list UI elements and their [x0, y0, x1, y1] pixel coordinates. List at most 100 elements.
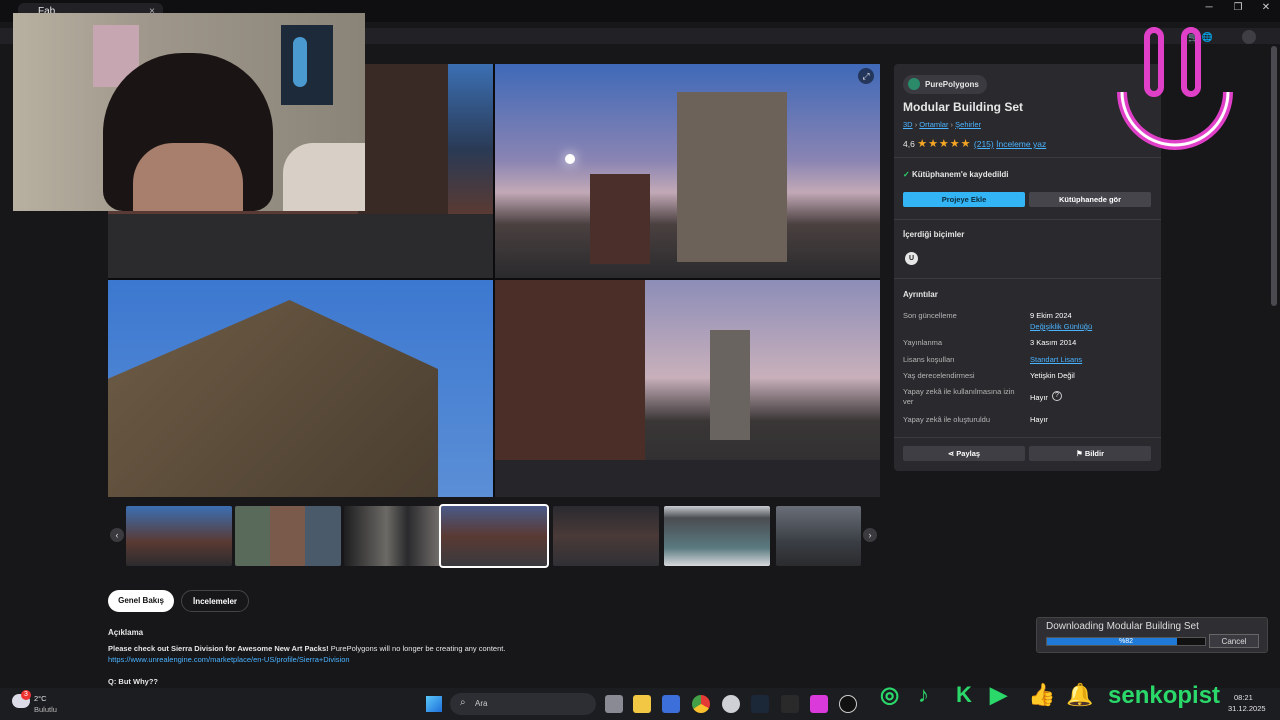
social-overlay: ◎ ♪ K ▶ 👍 🔔 senkopist [880, 682, 1230, 712]
download-popup: Downloading Modular Building Set %82 Can… [1036, 617, 1268, 653]
thumbs-up-icon: 👍 [1028, 682, 1056, 707]
task-view-icon[interactable] [605, 695, 623, 713]
question-text: Q: But Why?? [108, 677, 158, 686]
rating-value: 4,6 [903, 139, 915, 149]
share-label: Paylaş [956, 449, 981, 458]
saved-status: ✓ Kütüphanem'e kaydedildi [903, 170, 1009, 179]
weather-label: Bulutlu [34, 705, 57, 714]
detail-value: Hayır [1030, 415, 1048, 424]
expand-icon[interactable]: ⤢ [858, 68, 874, 84]
license-link[interactable]: Standart Lisans [1030, 355, 1082, 364]
description-text: Please check out Sierra Division for Awe… [108, 644, 708, 653]
thumbnail[interactable] [126, 506, 232, 566]
add-to-project-button[interactable]: Projeye Ekle [903, 192, 1025, 207]
unreal-engine-icon: U [905, 252, 918, 265]
detail-label: Yapay zekâ ile oluşturuldu [903, 415, 990, 424]
steam-icon[interactable] [751, 695, 769, 713]
seller-logo-icon [908, 78, 920, 90]
detail-label: Lisans koşulları [903, 355, 955, 364]
description-body: PurePolygons will no longer be creating … [328, 644, 506, 653]
obs-icon[interactable] [722, 695, 740, 713]
search-icon: ⌕ [460, 697, 466, 708]
gallery-image-3 [108, 280, 493, 497]
thumbnail-strip: ‹ › [108, 504, 880, 568]
chrome-icon[interactable] [692, 695, 710, 713]
scrollbar[interactable] [1271, 46, 1277, 306]
epic-games-icon[interactable] [781, 695, 799, 713]
chevron-right-icon[interactable]: › [863, 528, 877, 542]
thumbnail-active[interactable] [439, 504, 549, 568]
seller-badge[interactable]: PurePolygons [903, 75, 987, 94]
thumbnail[interactable] [344, 506, 450, 566]
rating-row: 4,6 ★★★★★ (215) İnceleme yaz [903, 137, 1046, 150]
gallery-image-2 [495, 64, 880, 278]
youtube-icon: ▶ [990, 682, 1007, 707]
maximize-icon[interactable]: ❐ [1228, 2, 1248, 13]
detail-label: Yapay zekâ ile kullanılmasına izin ver [903, 387, 1015, 406]
detail-label: Yaş derecelendirmesi [903, 371, 975, 380]
review-count[interactable]: (215) [974, 139, 994, 149]
kick-icon: K [956, 682, 972, 707]
tab-reviews[interactable]: İncelemeler [181, 590, 249, 612]
detail-label: Son güncelleme [903, 311, 957, 320]
avatar[interactable] [1242, 30, 1256, 44]
minimize-icon[interactable]: ─ [1199, 2, 1219, 13]
download-progress: %82 [1046, 637, 1206, 646]
chevron-left-icon[interactable]: ‹ [110, 528, 124, 542]
bell-icon: 🔔 [1066, 682, 1094, 707]
notification-badge: 3 [21, 690, 31, 700]
windows-start-icon[interactable] [426, 696, 442, 712]
report-button[interactable]: ⚑ Bildir [1029, 446, 1151, 461]
clock-time: 08:21 [1234, 693, 1253, 702]
breadcrumb-item[interactable]: Ortamlar [919, 120, 948, 129]
changelog-link[interactable]: Değişiklik Günlüğü [1030, 322, 1092, 331]
breadcrumb-item[interactable]: 3D [903, 120, 913, 129]
breadcrumb: 3D › Ortamlar › Şehirler [903, 120, 981, 129]
breadcrumb-item[interactable]: Şehirler [955, 120, 981, 129]
saved-text: Kütüphanem'e kaydedildi [911, 170, 1009, 179]
thumbnail[interactable] [553, 506, 659, 566]
file-explorer-icon[interactable] [633, 695, 651, 713]
detail-value: Hayır [1030, 393, 1048, 402]
detail-value: 9 Ekim 2024 [1030, 311, 1072, 320]
app-icon[interactable] [810, 695, 828, 713]
search-placeholder: Ara [475, 699, 488, 708]
unreal-engine-taskbar-icon[interactable] [839, 695, 857, 713]
details-heading: Ayrıntılar [903, 290, 938, 299]
thumbnail[interactable] [664, 506, 770, 566]
description-link[interactable]: https://www.unrealengine.com/marketplace… [108, 655, 350, 664]
report-label: Bildir [1084, 449, 1104, 458]
gallery-image-4 [495, 280, 880, 497]
detail-label: Yayınlanma [903, 338, 943, 347]
tab-overview[interactable]: Genel Bakış [108, 590, 174, 612]
tiktok-icon: ♪ [918, 682, 929, 707]
streamer-handle: senkopist [1108, 682, 1221, 709]
download-title: Downloading Modular Building Set [1046, 621, 1199, 632]
rating-stars-icon: ★★★★★ [917, 138, 972, 150]
share-button[interactable]: ⋖ Paylaş [903, 446, 1025, 461]
clock-date: 31.12.2025 [1228, 704, 1266, 713]
check-circle-icon: ✓ [903, 170, 910, 179]
thumbnail[interactable] [235, 506, 341, 566]
cancel-button[interactable]: Cancel [1209, 634, 1259, 648]
webcam-overlay [13, 13, 365, 211]
store-icon[interactable] [662, 695, 680, 713]
detail-value: 3 Kasım 2014 [1030, 338, 1077, 347]
window-close-icon[interactable]: ✕ [1256, 2, 1276, 13]
download-percent: %82 [1118, 638, 1133, 645]
view-in-library-button[interactable]: Kütüphanede gör [1029, 192, 1151, 207]
smiley-overlay-icon [1117, 27, 1233, 150]
temperature: 2°C [34, 694, 47, 703]
formats-heading: İçerdiği biçimler [903, 230, 965, 239]
seller-name: PurePolygons [925, 80, 979, 89]
flag-icon: ⚑ [1076, 449, 1083, 458]
description-heading: Açıklama [108, 628, 144, 637]
thumbnail[interactable] [776, 506, 861, 566]
product-title: Modular Building Set [903, 100, 1023, 114]
help-icon[interactable]: ? [1052, 391, 1062, 401]
instagram-icon: ◎ [880, 682, 900, 707]
search-box[interactable]: ⌕ Ara [450, 693, 596, 715]
write-review-link[interactable]: İnceleme yaz [996, 139, 1046, 149]
share-icon: ⋖ [947, 449, 955, 458]
description-bold: Please check out Sierra Division for Awe… [108, 644, 329, 653]
